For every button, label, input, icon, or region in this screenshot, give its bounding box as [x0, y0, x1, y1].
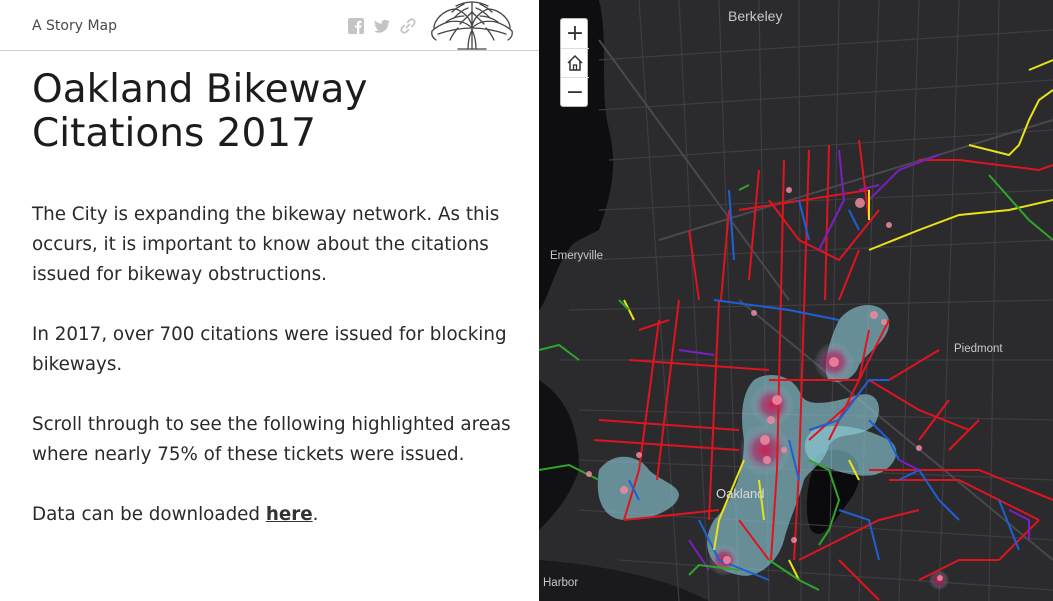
download-link[interactable]: here: [266, 504, 313, 525]
map-view[interactable]: + − Berkeley Emeryville Piedmont Oakland…: [539, 0, 1053, 601]
zoom-in-button[interactable]: +: [561, 19, 589, 48]
story-paragraph: In 2017, over 700 citations were issued …: [32, 324, 507, 375]
map-label-emeryville: Emeryville: [550, 250, 604, 262]
download-paragraph: Data can be downloaded here.: [32, 500, 512, 530]
story-map-brand[interactable]: A Story Map: [32, 18, 117, 34]
map-label-harbor: Harbor: [543, 577, 579, 589]
map-label-oakland: Oakland: [716, 486, 765, 501]
basemap: [539, 0, 1053, 601]
link-icon[interactable]: [399, 17, 417, 35]
facebook-icon[interactable]: [347, 17, 365, 35]
home-icon: [567, 54, 583, 71]
oak-tree-logo[interactable]: [428, 0, 516, 50]
download-prefix: Data can be downloaded: [32, 504, 266, 525]
bay-water: [539, 380, 579, 530]
story-paragraph: Scroll through to see the following high…: [32, 414, 511, 465]
twitter-icon[interactable]: [373, 17, 391, 35]
map-label-berkeley: Berkeley: [728, 8, 783, 24]
home-button[interactable]: [561, 48, 589, 77]
story-title: Oakland Bikeway Citations 2017: [32, 67, 368, 156]
map-zoom-controls: + −: [560, 18, 589, 107]
zoom-out-button[interactable]: −: [561, 77, 589, 106]
map-label-piedmont: Piedmont: [954, 343, 1003, 355]
download-suffix: .: [312, 504, 319, 525]
story-header: A Story Map: [0, 0, 539, 51]
story-paragraph: The City is expanding the bikeway networ…: [32, 204, 500, 285]
story-panel: A Story Map Oakland Bikeway Citations 20…: [0, 0, 539, 601]
